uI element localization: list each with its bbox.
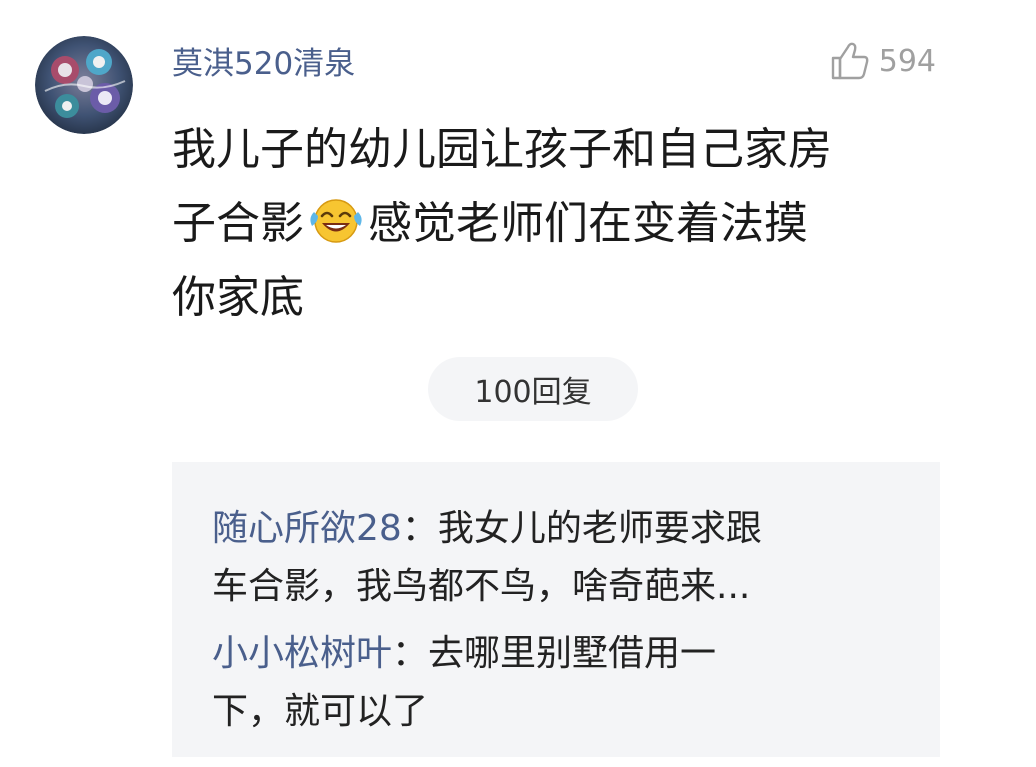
like-count: 594 — [878, 43, 936, 79]
reply-item[interactable]: 小小松树叶：去哪里别墅借用一 下，就可以了 — [212, 625, 912, 741]
thumbs-up-icon — [831, 42, 869, 80]
comment-text-fragment: 感觉老师们在变着法摸 — [368, 198, 808, 249]
avatar[interactable] — [35, 36, 133, 134]
avatar-image — [35, 36, 133, 134]
laughing-crying-emoji-icon — [310, 199, 362, 243]
reply-separator: ： — [392, 633, 429, 674]
reply-text: 我女儿的老师要求跟 — [437, 508, 762, 549]
reply-text: 下，就可以了 — [212, 691, 429, 732]
reply-username[interactable]: 随心所欲28 — [212, 508, 402, 549]
comment-body: 我儿子的幼儿园让孩子和自己家房 子合影 感觉老师们在变着法摸 你家底 — [172, 113, 952, 335]
reply-username[interactable]: 小小松树叶 — [212, 633, 392, 674]
reply-line: 随心所欲28：我女儿的老师要求跟 — [212, 500, 912, 558]
reply-item[interactable]: 随心所欲28：我女儿的老师要求跟 车合影，我鸟都不鸟，啥奇葩来... — [212, 500, 912, 616]
view-replies-button[interactable]: 100回复 — [428, 357, 638, 421]
comment-line-with-emoji: 子合影 感觉老师们在变着法摸 — [172, 187, 952, 261]
comment-line: 你家底 — [172, 272, 304, 323]
reply-line: 小小松树叶：去哪里别墅借用一 — [212, 625, 912, 683]
reply-text: 车合影，我鸟都不鸟，啥奇葩来... — [212, 566, 751, 607]
like-button[interactable]: 594 — [827, 38, 936, 84]
reply-text: 去哪里别墅借用一 — [428, 633, 717, 674]
reply-separator: ： — [401, 508, 438, 549]
comment-text-fragment: 子合影 — [172, 198, 304, 249]
replies-preview[interactable]: 随心所欲28：我女儿的老师要求跟 车合影，我鸟都不鸟，啥奇葩来... 小小松树叶… — [172, 462, 940, 757]
comment-username[interactable]: 莫淇520清泉 — [172, 38, 355, 83]
comment-line: 我儿子的幼儿园让孩子和自己家房 — [172, 124, 832, 175]
comment-card: 莫淇520清泉 594 我儿子的幼儿园让孩子和自己家房 子合影 感觉老师们在变着… — [0, 0, 1036, 767]
